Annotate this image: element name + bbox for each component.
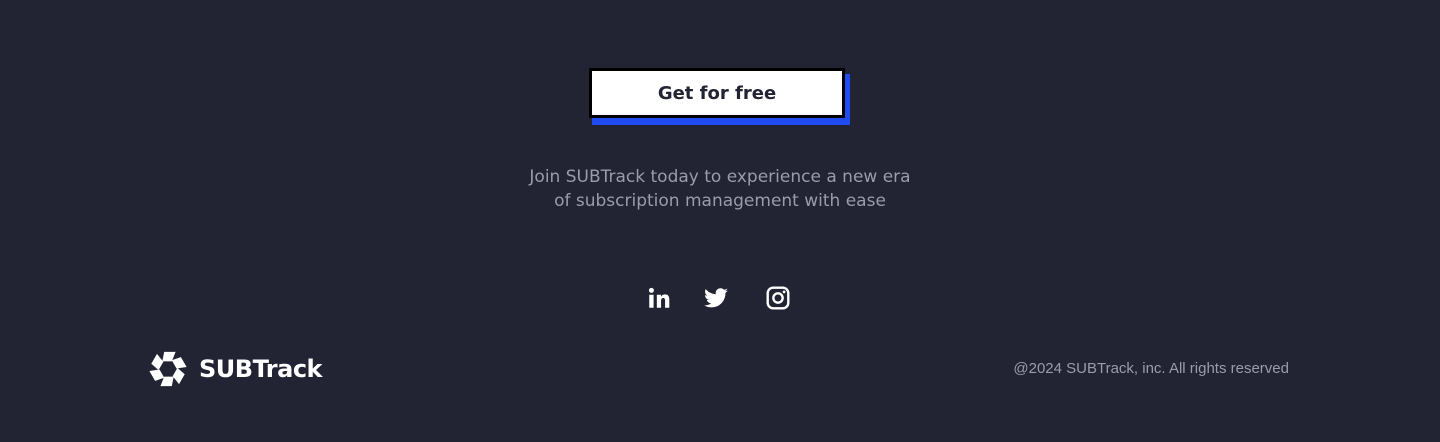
tagline: Join SUBTrack today to experience a new … <box>420 165 1020 213</box>
instagram-icon <box>766 286 790 310</box>
get-for-free-button[interactable]: Get for free <box>589 68 845 118</box>
brand-name: SUBTrack <box>199 355 323 383</box>
cta-section: Get for free <box>589 68 850 125</box>
tagline-line-2: of subscription management with ease <box>554 191 886 211</box>
twitter-link[interactable] <box>703 285 729 311</box>
subtrack-logo-icon <box>149 351 187 387</box>
instagram-link[interactable] <box>765 285 791 311</box>
copyright-text: @2024 SUBTrack, inc. All rights reserved <box>1013 360 1289 377</box>
linkedin-link[interactable] <box>646 285 672 311</box>
social-links <box>0 285 1440 313</box>
linkedin-icon <box>648 287 670 308</box>
twitter-icon <box>704 288 728 308</box>
tagline-line-1: Join SUBTrack today to experience a new … <box>529 167 911 187</box>
footer-logo[interactable]: SUBTrack <box>149 349 323 389</box>
